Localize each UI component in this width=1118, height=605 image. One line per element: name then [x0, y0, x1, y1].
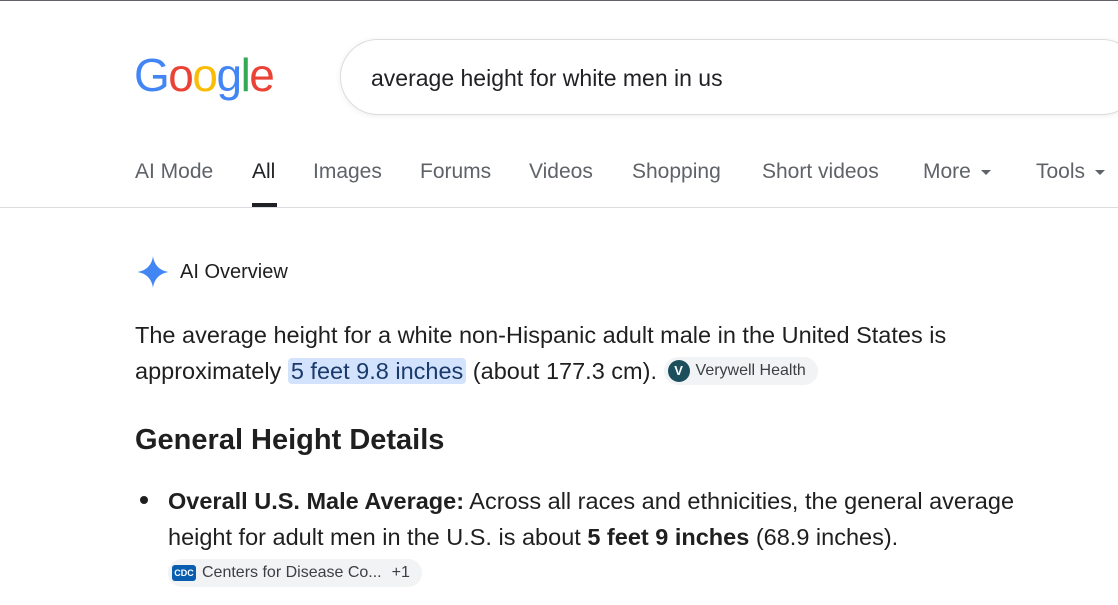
search-tabs: AI Mode All Images Forums Videos Shoppin… [0, 160, 1118, 208]
bullet-lead: Overall U.S. Male Average: [168, 488, 465, 514]
ai-overview-title: AI Overview [180, 261, 288, 283]
header-divider [0, 207, 1118, 208]
summary-text-2: (about 177.3 cm). [466, 358, 657, 384]
source-chip-label: Verywell Health [695, 361, 806, 379]
bullet-icon [140, 496, 148, 504]
tab-videos[interactable]: Videos [529, 160, 593, 184]
search-input[interactable]: average height for white men in us [371, 65, 723, 92]
source-chip-cdc[interactable]: CDC Centers for Disease Co... +1 [168, 558, 422, 587]
section-heading: General Height Details [135, 424, 445, 456]
tab-all[interactable]: All [252, 160, 275, 184]
source-chip-verywell[interactable]: V Verywell Health [663, 356, 818, 385]
ai-sparkle-icon [137, 256, 169, 288]
tab-short-videos[interactable]: Short videos [762, 160, 879, 184]
bullet-text-2: (68.9 inches). [749, 524, 899, 550]
cdc-logo-icon: CDC [172, 564, 196, 581]
source-chip-label: Centers for Disease Co... [202, 563, 382, 581]
tab-images[interactable]: Images [313, 160, 382, 184]
logo-letter-g2: g [216, 49, 242, 101]
list-item: Overall U.S. Male Average: Across all ra… [168, 483, 1068, 591]
tab-tools[interactable]: Tools [1036, 160, 1106, 184]
bullet-value: 5 feet 9 inches [587, 524, 750, 550]
logo-letter-o2: o [192, 49, 218, 101]
highlighted-answer[interactable]: 5 feet 9.8 inches [287, 358, 467, 384]
top-border [0, 0, 1118, 1]
google-logo[interactable]: Google [134, 49, 275, 101]
chevron-down-icon [980, 169, 991, 175]
source-count: +1 [391, 563, 410, 581]
logo-letter-g: G [134, 49, 170, 101]
logo-letter-o1: o [168, 49, 194, 101]
logo-letter-e: e [249, 49, 275, 101]
search-box[interactable]: average height for white men in us [340, 39, 1118, 115]
tab-tools-label: Tools [1036, 160, 1086, 183]
tab-ai-mode[interactable]: AI Mode [135, 160, 213, 184]
tab-forums[interactable]: Forums [420, 160, 491, 184]
chevron-down-icon [1095, 169, 1106, 175]
tab-more-label: More [923, 160, 971, 183]
tab-shopping[interactable]: Shopping [632, 160, 721, 184]
logo-letter-l: l [240, 49, 251, 101]
tab-more[interactable]: More [923, 160, 991, 184]
ai-overview-summary: The average height for a white non-Hispa… [135, 317, 1075, 389]
verywell-logo-icon: V [667, 359, 690, 382]
